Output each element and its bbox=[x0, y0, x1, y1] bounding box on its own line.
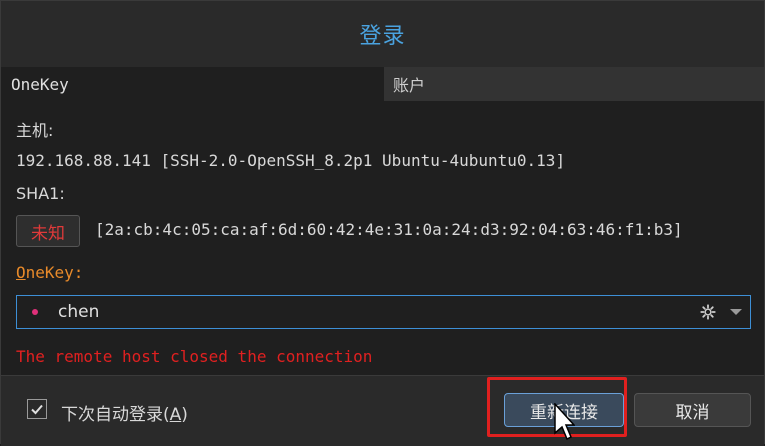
onekey-label: OneKey: bbox=[16, 263, 83, 282]
gear-icon[interactable] bbox=[698, 302, 718, 322]
auto-login-label-end: ) bbox=[181, 405, 188, 425]
fingerprint-status-button[interactable]: 未知 bbox=[16, 215, 80, 247]
dialog-footer: 下次自动登录(A) 重新连接 取消 bbox=[1, 375, 764, 446]
auto-login-mnemonic: A bbox=[169, 405, 182, 425]
fingerprint-value: [2a:cb:4c:05:ca:af:6d:60:42:4e:31:0a:24:… bbox=[95, 220, 683, 239]
host-label: 主机: bbox=[16, 121, 54, 140]
auto-login-label-text: 下次自动登录( bbox=[61, 405, 170, 425]
auto-login-checkbox[interactable] bbox=[27, 399, 47, 419]
onekey-label-rest: neKey: bbox=[25, 263, 84, 282]
onekey-label-mnemonic: O bbox=[16, 263, 26, 282]
login-dialog: 登录 OneKey 账户 主机: 192.168.88.141 [SSH-2.0… bbox=[0, 0, 765, 446]
key-status-dot bbox=[32, 309, 38, 315]
tab-onekey[interactable]: OneKey bbox=[1, 67, 385, 101]
host-value: 192.168.88.141 [SSH-2.0-OpenSSH_8.2p1 Ub… bbox=[16, 151, 566, 170]
checkmark-icon bbox=[31, 404, 43, 415]
title-bar: 登录 bbox=[1, 1, 764, 68]
error-message: The remote host closed the connection bbox=[16, 347, 373, 366]
tab-account[interactable]: 账户 bbox=[385, 67, 764, 101]
tab-bar: OneKey 账户 bbox=[1, 67, 764, 101]
onekey-select[interactable]: chen bbox=[16, 295, 751, 329]
chevron-down-icon[interactable] bbox=[730, 309, 742, 315]
sha1-label: SHA1: bbox=[16, 184, 65, 203]
cancel-button[interactable]: 取消 bbox=[634, 393, 751, 427]
dialog-title: 登录 bbox=[359, 24, 406, 49]
auto-login-label[interactable]: 下次自动登录(A) bbox=[61, 400, 188, 425]
mouse-pointer-icon bbox=[554, 403, 575, 441]
onekey-selected-value: chen bbox=[58, 302, 100, 322]
